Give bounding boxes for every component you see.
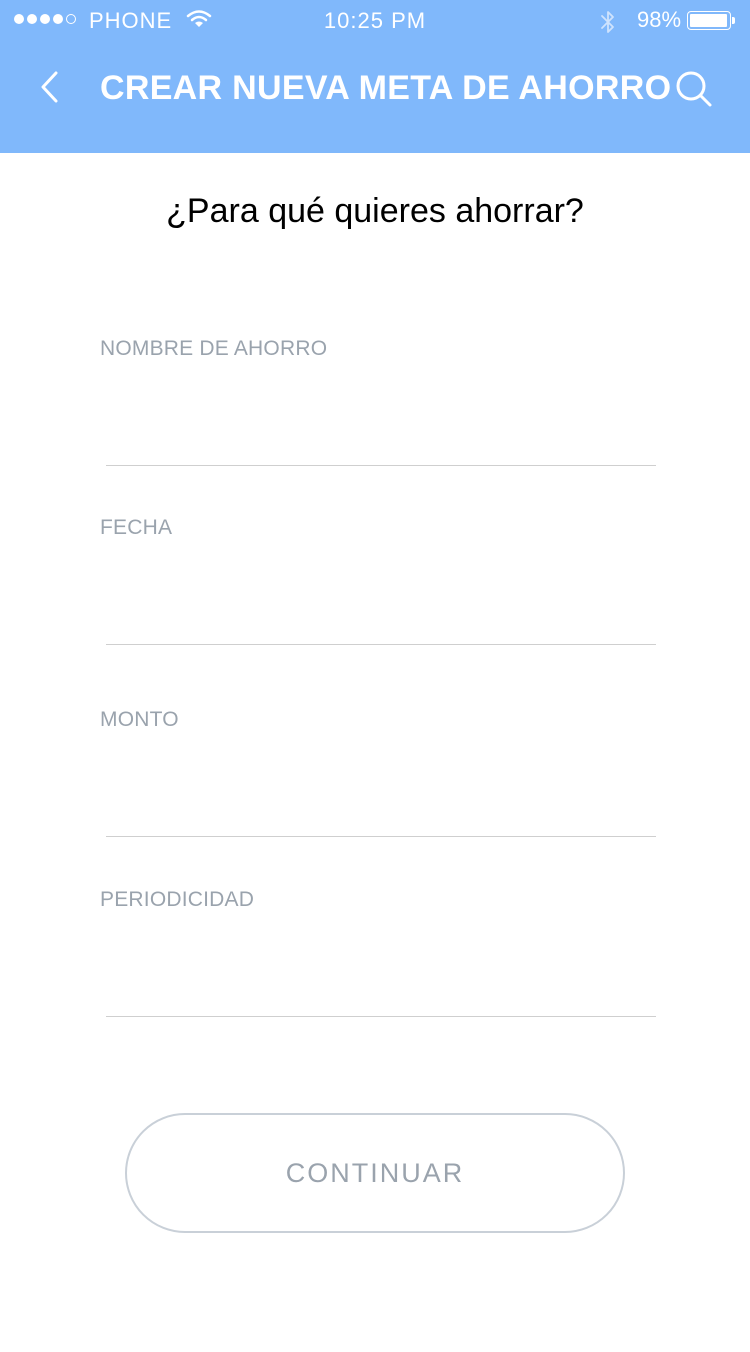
screen: PHONE 10:25 PM 98% CREAR NUEVA META DE A…	[0, 0, 750, 1352]
battery-icon	[687, 11, 731, 30]
search-button[interactable]	[672, 67, 716, 111]
header: PHONE 10:25 PM 98% CREAR NUEVA META DE A…	[0, 0, 750, 153]
frequency-field: PERIODICIDAD	[100, 888, 656, 1018]
battery-percentage: 98%	[637, 7, 682, 32]
back-button[interactable]	[30, 65, 70, 109]
frequency-input[interactable]	[106, 968, 656, 1017]
page-title: CREAR NUEVA META DE AHORRO	[100, 69, 672, 107]
chevron-left-icon	[41, 71, 58, 103]
savings-name-label: NOMBRE DE AHORRO	[100, 337, 328, 360]
date-field: FECHA	[100, 516, 656, 646]
battery-tip	[732, 17, 735, 24]
bluetooth-icon	[598, 8, 618, 42]
continue-button[interactable]: CONTINUAR	[125, 1113, 625, 1233]
form-question: ¿Para qué quieres ahorrar?	[166, 192, 584, 230]
status-bar: PHONE 10:25 PM 98%	[0, 0, 750, 40]
date-input[interactable]	[106, 596, 656, 645]
battery-fill	[690, 14, 728, 27]
date-label: FECHA	[100, 516, 173, 539]
frequency-label: PERIODICIDAD	[100, 888, 255, 911]
amount-field: MONTO	[100, 708, 656, 838]
search-icon	[676, 71, 712, 107]
nav-bar: CREAR NUEVA META DE AHORRO	[0, 40, 750, 153]
savings-name-field: NOMBRE DE AHORRO	[100, 337, 656, 467]
amount-input[interactable]	[106, 788, 656, 837]
amount-label: MONTO	[100, 708, 179, 731]
savings-name-input[interactable]	[106, 417, 656, 466]
